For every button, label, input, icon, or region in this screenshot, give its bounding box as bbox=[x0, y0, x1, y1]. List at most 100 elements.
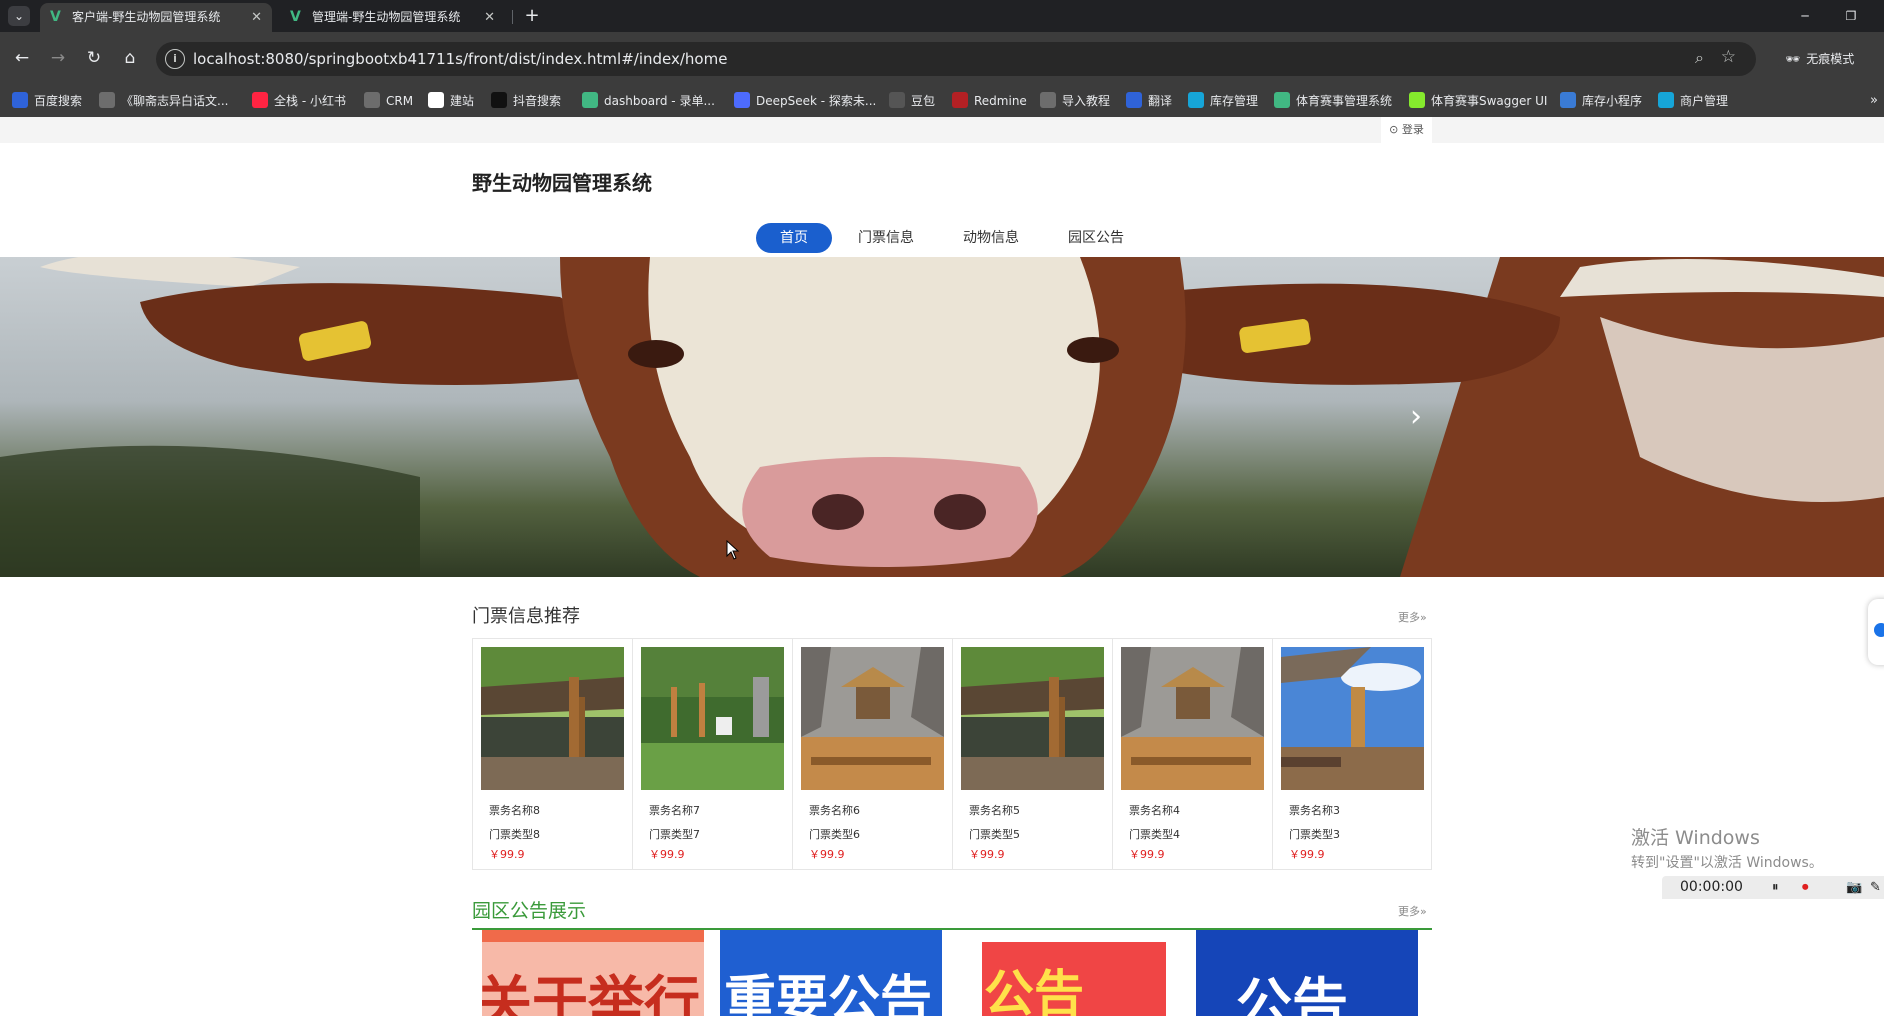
bookmark-item[interactable]: 商户管理 bbox=[1658, 85, 1728, 117]
tab-search-button[interactable]: ⌄ bbox=[8, 6, 30, 26]
ticket-price: ￥99.9 bbox=[489, 848, 525, 861]
stop-icon[interactable]: ⏺ bbox=[1802, 876, 1809, 899]
notices-more-link[interactable]: 更多» bbox=[1398, 903, 1427, 919]
ticket-card[interactable]: 票务名称5 门票类型5 ￥99.9 bbox=[953, 639, 1113, 869]
bookmark-item[interactable]: 豆包 bbox=[889, 85, 935, 117]
bookmark-item[interactable]: dashboard - 录单... bbox=[582, 85, 715, 117]
site-title: 野生动物园管理系统 bbox=[472, 171, 652, 195]
bookmark-favicon-icon bbox=[1126, 92, 1142, 108]
bookmark-item[interactable]: 抖音搜索 bbox=[491, 85, 561, 117]
ticket-name: 票务名称8 bbox=[489, 804, 540, 817]
ticket-card[interactable]: 票务名称3 门票类型3 ￥99.9 bbox=[1273, 639, 1433, 869]
incognito-label: 无痕模式 bbox=[1806, 52, 1855, 66]
recorder-time: 00:00:00 bbox=[1680, 879, 1743, 895]
nav-item-animals[interactable]: 动物信息 bbox=[955, 223, 1027, 253]
browser-tab-client[interactable]: V 客户端-野生动物园管理系统 ✕ bbox=[40, 3, 272, 32]
ticket-name: 票务名称6 bbox=[809, 804, 860, 817]
browser-toolbar: ← → ↻ ⌂ i localhost:8080/springbootxb417… bbox=[0, 32, 1884, 85]
bookmark-item[interactable]: DeepSeek - 探索未... bbox=[734, 85, 876, 117]
activation-line-1: 激活 Windows bbox=[1631, 827, 1760, 849]
bookmark-label: 库存管理 bbox=[1210, 94, 1259, 108]
pen-icon[interactable]: ✎ bbox=[1870, 876, 1881, 899]
close-icon[interactable]: ✕ bbox=[484, 3, 495, 32]
bookmark-favicon-icon bbox=[428, 92, 444, 108]
bookmark-item[interactable]: 《聊斋志异白话文... bbox=[99, 85, 228, 117]
bookmark-favicon-icon bbox=[1560, 92, 1576, 108]
bookmark-item[interactable]: 库存小程序 bbox=[1560, 85, 1642, 117]
bookmark-item[interactable]: 建站 bbox=[428, 85, 474, 117]
ticket-image[interactable] bbox=[641, 647, 784, 790]
close-icon[interactable]: ✕ bbox=[251, 3, 262, 32]
bookmark-favicon-icon bbox=[1274, 92, 1290, 108]
bookmark-star-icon[interactable]: ☆ bbox=[1721, 47, 1736, 67]
forward-icon[interactable]: → bbox=[44, 44, 72, 72]
ticket-card[interactable]: 票务名称7 门票类型7 ￥99.9 bbox=[633, 639, 793, 869]
ticket-card[interactable]: 票务名称8 门票类型8 ￥99.9 bbox=[473, 639, 633, 869]
ticket-type: 门票类型8 bbox=[489, 828, 540, 841]
ticket-card[interactable]: 票务名称4 门票类型4 ￥99.9 bbox=[1113, 639, 1273, 869]
site-info-icon[interactable]: i bbox=[165, 49, 185, 69]
ticket-list: 票务名称8 门票类型8 ￥99.9 票务名称7 门票类型7 ￥99.9 票务名称6 门票类型6… bbox=[472, 638, 1432, 870]
notice-card[interactable]: 关于举行 bbox=[482, 930, 704, 1016]
camera-icon[interactable]: 📷 bbox=[1846, 876, 1862, 899]
url-text[interactable]: localhost:8080/springbootxb41711s/front/… bbox=[193, 42, 727, 76]
login-link[interactable]: ⊙ 登录 bbox=[1381, 117, 1432, 143]
ticket-name: 票务名称5 bbox=[969, 804, 1020, 817]
back-icon[interactable]: ← bbox=[8, 44, 36, 72]
zoom-icon[interactable]: ⌕ bbox=[1695, 48, 1704, 68]
bookmark-item[interactable]: 百度搜索 bbox=[12, 85, 82, 117]
ticket-image[interactable] bbox=[961, 647, 1104, 790]
banner-carousel[interactable]: › bbox=[0, 257, 1884, 577]
minimize-icon[interactable]: ─ bbox=[1782, 0, 1828, 32]
notice-card[interactable]: 重要公告 bbox=[720, 930, 942, 1016]
bookmark-item[interactable]: CRM bbox=[364, 85, 413, 117]
bookmark-item[interactable]: 体育赛事Swagger UI bbox=[1409, 85, 1547, 117]
ticket-card[interactable]: 票务名称6 门票类型6 ￥99.9 bbox=[793, 639, 953, 869]
bookmark-label: 库存小程序 bbox=[1582, 94, 1643, 108]
ticket-image[interactable] bbox=[801, 647, 944, 790]
bookmark-item[interactable]: 导入教程 bbox=[1040, 85, 1110, 117]
reload-icon[interactable]: ↻ bbox=[80, 44, 108, 72]
ticket-image[interactable] bbox=[1121, 647, 1264, 790]
notice-image-text: 重要公告 bbox=[724, 971, 933, 1016]
bookmark-item[interactable]: Redmine bbox=[952, 85, 1027, 117]
bookmark-label: 《聊斋志异白话文... bbox=[121, 94, 229, 108]
incognito-indicator[interactable]: 🕶 无痕模式 bbox=[1777, 46, 1863, 72]
address-bar[interactable]: i localhost:8080/springbootxb41711s/fron… bbox=[156, 42, 1756, 76]
ticket-price: ￥99.9 bbox=[1289, 848, 1325, 861]
bookmark-item[interactable]: 翻译 bbox=[1126, 85, 1172, 117]
nav-item-home[interactable]: 首页 bbox=[756, 223, 832, 253]
notice-image-text: 公告 bbox=[984, 965, 1084, 1016]
activation-line-2: 转到"设置"以激活 Windows。 bbox=[1631, 855, 1823, 871]
nav-item-tickets[interactable]: 门票信息 bbox=[850, 223, 922, 253]
bookmarks-more-button[interactable]: » bbox=[1870, 85, 1878, 117]
side-widget[interactable] bbox=[1868, 599, 1884, 665]
vue-icon: V bbox=[290, 9, 301, 25]
bookmark-item[interactable]: 全栈 - 小红书 bbox=[252, 85, 346, 117]
home-icon[interactable]: ⌂ bbox=[116, 44, 144, 72]
bookmark-item[interactable]: 库存管理 bbox=[1188, 85, 1258, 117]
bookmark-item[interactable]: 体育赛事管理系统 bbox=[1274, 85, 1392, 117]
bookmark-favicon-icon bbox=[582, 92, 598, 108]
windows-activation-watermark: 激活 Windows 转到"设置"以激活 Windows。 bbox=[1631, 823, 1823, 872]
bookmark-favicon-icon bbox=[734, 92, 750, 108]
ticket-image[interactable] bbox=[481, 647, 624, 790]
ticket-type: 门票类型4 bbox=[1129, 828, 1180, 841]
ticket-image[interactable] bbox=[1281, 647, 1424, 790]
notice-card[interactable]: 公告 bbox=[958, 930, 1180, 1016]
nav-item-notices[interactable]: 园区公告 bbox=[1060, 223, 1132, 253]
tab-separator bbox=[512, 10, 513, 24]
browser-tab-admin[interactable]: V 管理端-野生动物园管理系统 ✕ bbox=[280, 3, 505, 32]
banner-image bbox=[0, 257, 1884, 577]
tickets-more-link[interactable]: 更多» bbox=[1398, 609, 1427, 625]
page-viewport: ⊙ 登录 野生动物园管理系统 首页 门票信息 动物信息 园区公告 › 门票信息推… bbox=[0, 117, 1884, 1016]
pause-icon[interactable]: ⏸ bbox=[1772, 876, 1779, 899]
chevron-right-icon[interactable]: › bbox=[1404, 395, 1428, 439]
notice-list: 关于举行 重要公告 公告 公告 bbox=[472, 930, 1432, 1016]
restore-icon[interactable]: ❐ bbox=[1828, 0, 1874, 32]
assistant-icon bbox=[1874, 623, 1884, 637]
bookmark-favicon-icon bbox=[1409, 92, 1425, 108]
new-tab-button[interactable]: + bbox=[520, 4, 544, 28]
notice-card[interactable]: 公告 bbox=[1196, 930, 1418, 1016]
ticket-price: ￥99.9 bbox=[809, 848, 845, 861]
